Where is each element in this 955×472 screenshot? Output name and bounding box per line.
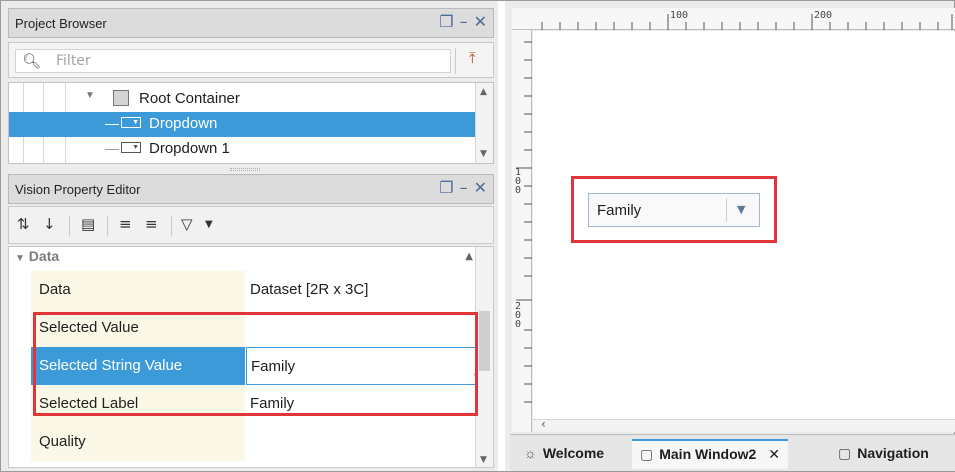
- tree-item-dropdown-1[interactable]: ▼ Dropdown 1: [9, 137, 475, 162]
- window-tabs: ☼ Welcome ▢ Main Window2 ✕ ▢ Navigation: [510, 434, 955, 471]
- divider: [171, 216, 172, 236]
- divider: [107, 216, 108, 236]
- tab-label: Main Window2: [659, 446, 757, 462]
- dropdown-component-icon: ▼: [121, 117, 141, 128]
- project-browser-header: Project Browser ❐ – ✕: [8, 8, 494, 38]
- tab-main-window2[interactable]: ▢ Main Window2 ✕: [632, 439, 788, 469]
- divider: [455, 48, 456, 74]
- property-name: Quality: [39, 433, 86, 450]
- tree-connector: [105, 149, 119, 150]
- tab-navigation[interactable]: ▢ Navigation: [830, 439, 937, 469]
- tab-welcome[interactable]: ☼ Welcome: [518, 439, 610, 469]
- sort-natural-icon[interactable]: ⇅: [17, 215, 30, 233]
- close-icon[interactable]: ✕: [768, 446, 780, 462]
- property-editor-header: Vision Property Editor ❐ – ✕: [8, 174, 494, 204]
- scroll-up-icon[interactable]: ▲: [465, 251, 473, 262]
- section-header-data[interactable]: ▼ Data ▲: [9, 247, 477, 269]
- divider: [69, 216, 70, 236]
- search-icon[interactable]: 🔍︎: [22, 52, 41, 70]
- ruler-ticks: [516, 41, 532, 403]
- ruler-label: 100: [670, 10, 689, 21]
- ruler-label: 200: [814, 10, 833, 21]
- collapse-chevron-icon[interactable]: ▼: [15, 253, 25, 264]
- tab-label: Navigation: [857, 445, 929, 461]
- tree-item-root-container[interactable]: ▼ Root Container: [9, 87, 475, 112]
- chevron-down-icon[interactable]: ▼: [205, 219, 213, 230]
- list-view-icon[interactable]: ▤: [81, 215, 95, 233]
- expand-chevron-icon[interactable]: ▼: [85, 90, 95, 101]
- tab-label: Welcome: [542, 445, 605, 461]
- sort-alpha-icon[interactable]: ↓: [43, 215, 56, 233]
- collapse-all-icon[interactable]: ≡: [145, 215, 158, 233]
- property-row-data[interactable]: Data Dataset [2R x 3C] ☷ ∞: [9, 271, 488, 309]
- scroll-left-icon[interactable]: ‹: [541, 417, 546, 431]
- ruler-vertical: 1 0 0 2 0 0: [512, 30, 532, 432]
- project-browser-title: Project Browser: [15, 16, 107, 31]
- scroll-thumb[interactable]: [479, 311, 490, 371]
- ruler-label: 2 0 0: [515, 301, 522, 330]
- locate-icon[interactable]: ⤒: [469, 49, 476, 67]
- ruler-label: 1 0 0: [515, 167, 522, 196]
- panel-splitter[interactable]: [230, 168, 260, 171]
- tree-connector: [105, 124, 119, 125]
- tree-scrollbar[interactable]: ▲ ▼: [475, 83, 493, 163]
- ruler-ticks: [541, 14, 953, 30]
- tree-item-label: Dropdown 1: [149, 140, 230, 157]
- filter-bar: 🔍︎ Filter ⤒: [8, 42, 494, 78]
- filter-input[interactable]: 🔍︎ Filter: [15, 49, 451, 73]
- filter-properties-icon[interactable]: ▽: [181, 215, 193, 233]
- gear-icon: ☼: [524, 445, 537, 461]
- highlight-box: [571, 176, 777, 243]
- highlight-box: [33, 312, 478, 416]
- canvas-scrollbar[interactable]: ‹: [533, 417, 955, 432]
- project-tree: ▼ Root Container ▼ Dropdown ▼ Dropdown 1…: [8, 82, 494, 164]
- float-icon[interactable]: ❐: [439, 178, 453, 198]
- minimize-icon[interactable]: –: [460, 178, 468, 198]
- container-icon: [113, 90, 129, 106]
- property-editor-title: Vision Property Editor: [15, 182, 141, 197]
- float-icon[interactable]: ❐: [439, 12, 453, 32]
- scroll-down-icon[interactable]: ▼: [480, 455, 487, 465]
- property-value: Dataset [2R x 3C]: [250, 281, 369, 298]
- filter-placeholder: Filter: [56, 53, 91, 69]
- window-icon: ▢: [838, 445, 852, 461]
- tree-item-label: Root Container: [139, 90, 240, 107]
- close-icon[interactable]: ✕: [474, 178, 487, 198]
- property-name: Data: [39, 281, 71, 298]
- dropdown-component-icon: ▼: [121, 142, 141, 153]
- property-row-quality[interactable]: Quality ✎ ∞: [9, 423, 488, 461]
- close-icon[interactable]: ✕: [474, 12, 487, 32]
- section-label: Data: [28, 248, 60, 264]
- window-icon: ▢: [640, 446, 654, 462]
- tree-item-label: Dropdown: [149, 115, 218, 132]
- expand-all-icon[interactable]: ≡: [119, 215, 132, 233]
- scroll-down-icon[interactable]: ▼: [480, 149, 487, 159]
- scroll-up-icon[interactable]: ▲: [480, 87, 487, 97]
- ruler-horizontal: 100 200 3: [512, 8, 955, 30]
- tree-item-dropdown[interactable]: ▼ Dropdown: [9, 112, 475, 137]
- property-toolbar: ⇅ ↓ ▤ ≡ ≡ ▽ ▼: [8, 206, 494, 244]
- minimize-icon[interactable]: –: [460, 12, 468, 32]
